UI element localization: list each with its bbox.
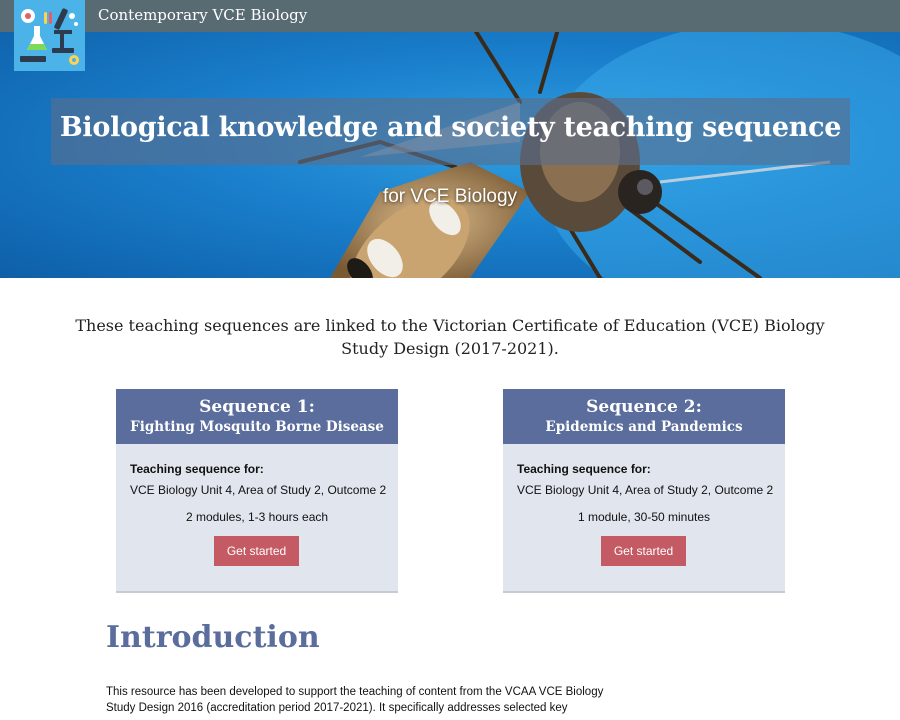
card-for-label: Teaching sequence for: bbox=[130, 462, 264, 476]
introduction-heading: Introduction bbox=[106, 620, 320, 655]
card-duration: 1 module, 30-50 minutes bbox=[577, 510, 711, 524]
sequence-card-2: Sequence 2: Epidemics and Pandemics Teac… bbox=[503, 389, 785, 593]
card-for-label: Teaching sequence for: bbox=[517, 462, 651, 476]
card-sequence-number: Sequence 2: bbox=[586, 397, 702, 417]
science-lab-logo-icon bbox=[14, 0, 85, 71]
get-started-button-1[interactable]: Get started bbox=[214, 536, 299, 566]
card-header: Sequence 1: Fighting Mosquito Borne Dise… bbox=[116, 389, 398, 444]
hero-title: Biological knowledge and society teachin… bbox=[59, 112, 842, 143]
site-title[interactable]: Contemporary VCE Biology bbox=[98, 6, 307, 24]
card-duration: 2 modules, 1-3 hours each bbox=[185, 510, 329, 524]
lead-text: These teaching sequences are linked to t… bbox=[75, 316, 825, 358]
sequence-card-1: Sequence 1: Fighting Mosquito Borne Dise… bbox=[116, 389, 398, 593]
card-outcome: VCE Biology Unit 4, Area of Study 2, Out… bbox=[517, 483, 774, 497]
card-sequence-number: Sequence 1: bbox=[199, 397, 315, 417]
card-sequence-name: Fighting Mosquito Borne Disease bbox=[130, 419, 384, 435]
hero-subtitle: for VCE Biology bbox=[382, 186, 518, 207]
card-outcome: VCE Biology Unit 4, Area of Study 2, Out… bbox=[130, 483, 387, 497]
card-sequence-name: Epidemics and Pandemics bbox=[545, 419, 743, 435]
get-started-button-2[interactable]: Get started bbox=[601, 536, 686, 566]
card-header: Sequence 2: Epidemics and Pandemics bbox=[503, 389, 785, 444]
site-logo[interactable] bbox=[14, 0, 85, 71]
top-bar: Contemporary VCE Biology bbox=[0, 0, 900, 32]
introduction-body: This resource has been developed to supp… bbox=[106, 686, 604, 714]
hero-banner: Biological knowledge and society teachin… bbox=[0, 32, 900, 278]
